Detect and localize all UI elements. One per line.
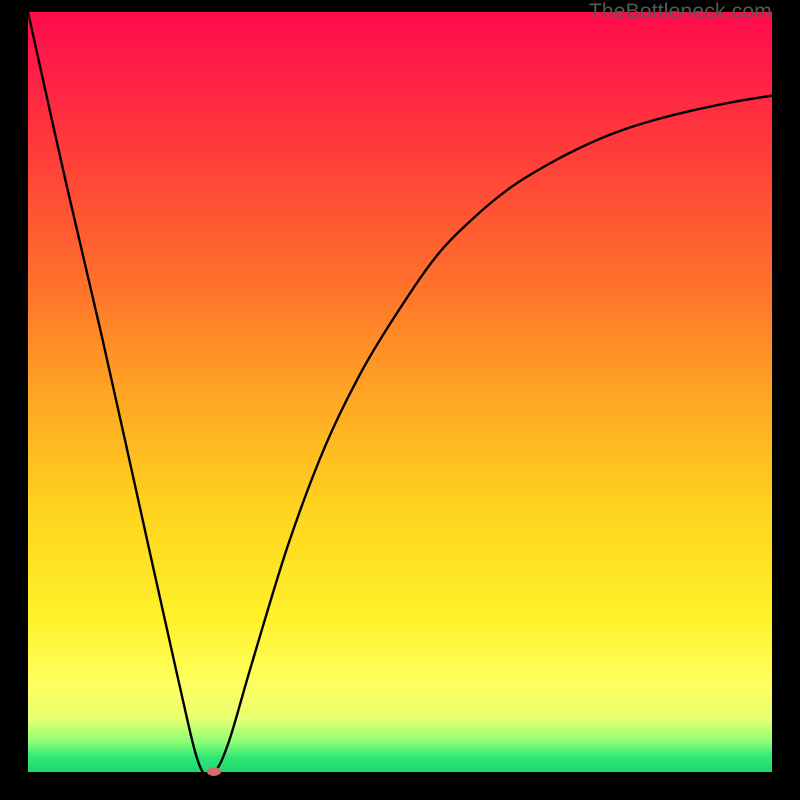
plot-area	[28, 12, 772, 772]
chart-frame: TheBottleneck.com	[0, 0, 800, 800]
watermark-text: TheBottleneck.com	[589, 0, 772, 24]
bottleneck-curve	[28, 12, 772, 772]
minimum-marker	[207, 767, 221, 776]
